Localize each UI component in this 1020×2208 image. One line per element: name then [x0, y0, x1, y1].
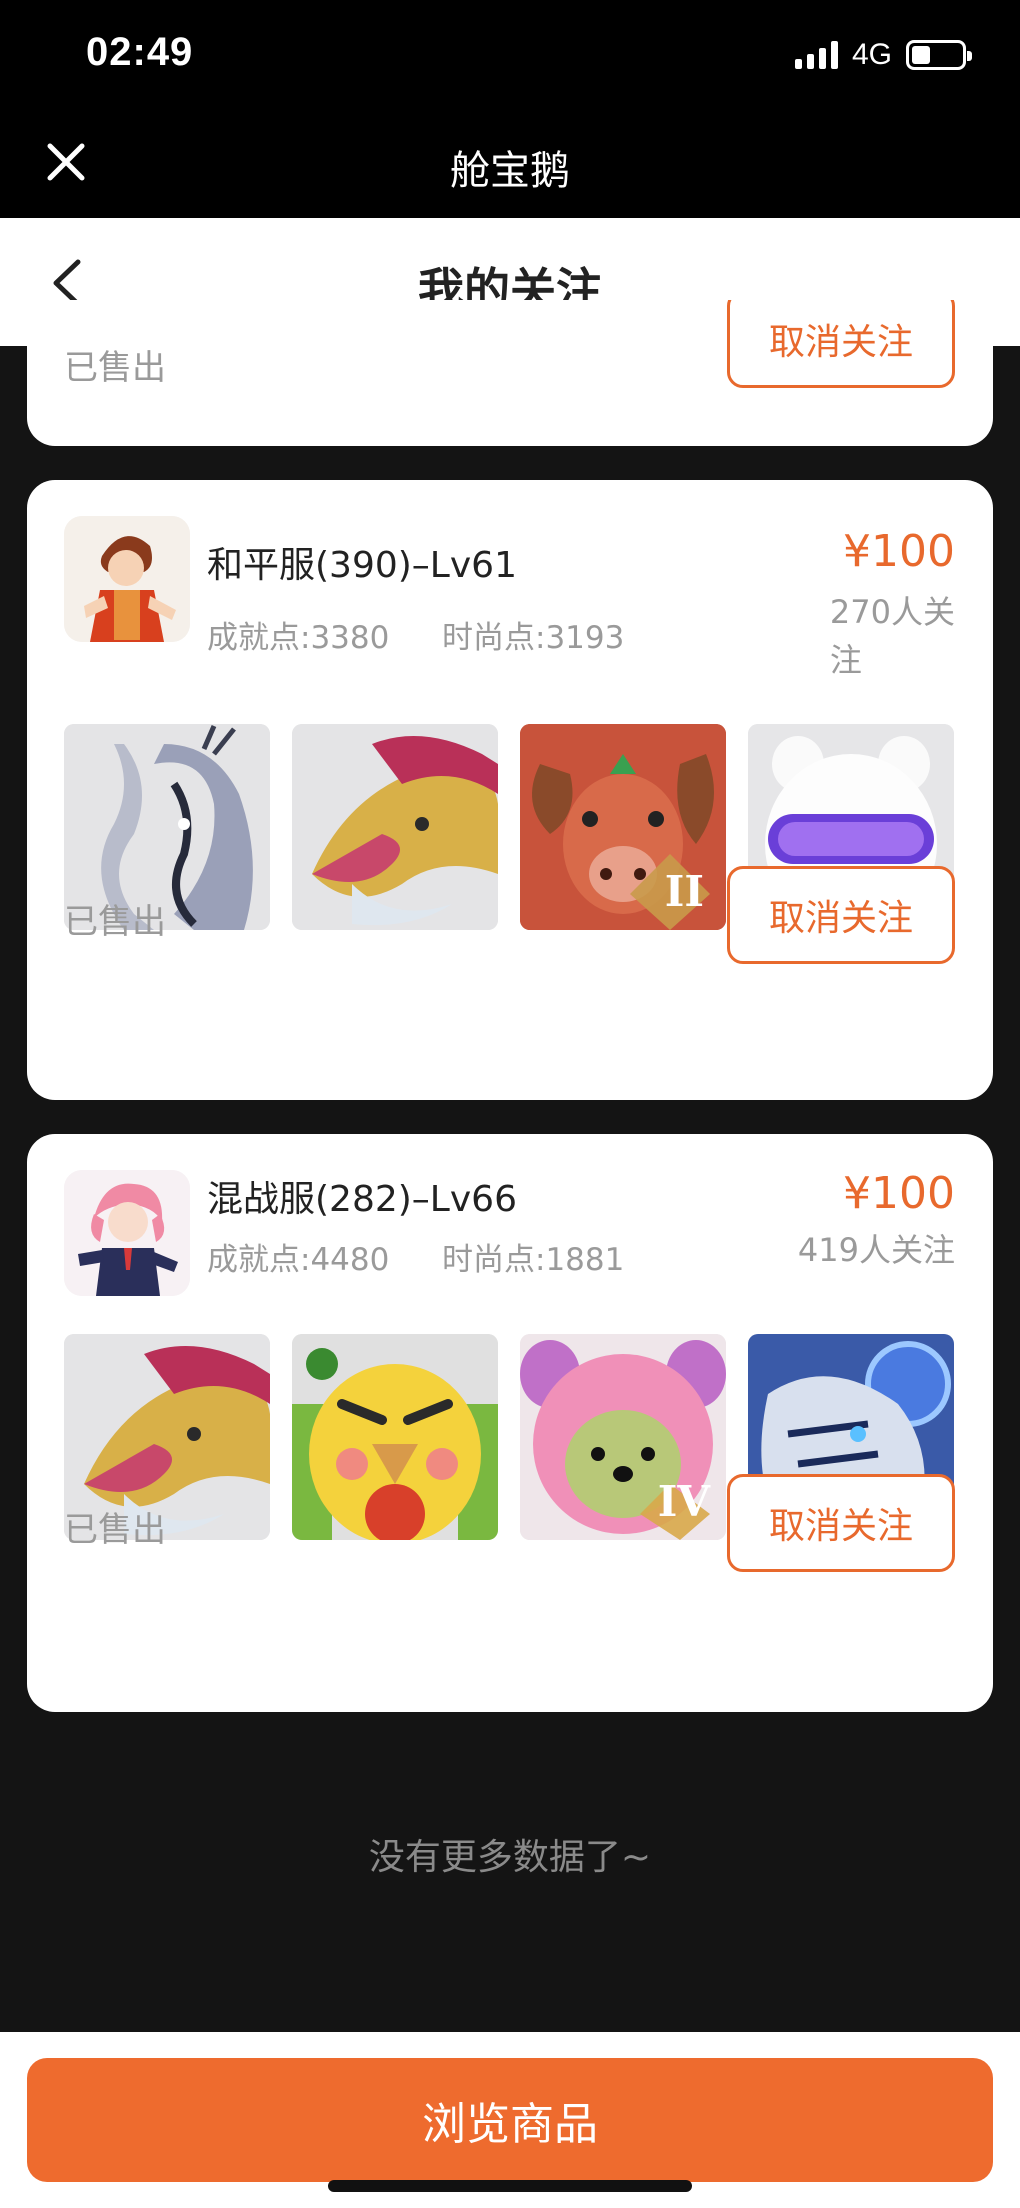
- status-indicators: 4G: [794, 38, 972, 72]
- battery-icon: [906, 40, 972, 70]
- watch-item-card[interactable]: 混战服(282)–Lv66 成就点:4480 时尚点:1881 ¥100 419…: [27, 1134, 993, 1712]
- fashion-points: 时尚点:3193: [442, 620, 625, 656]
- cellular-signal-icon: [794, 41, 838, 69]
- character-avatar: [64, 516, 190, 642]
- watch-item-card[interactable]: 和平服(390)–Lv61 成就点:3380 时尚点:3193 ¥100 270…: [27, 480, 993, 1100]
- status-text: 已售出: [64, 1510, 166, 1550]
- fashion-points: 时尚点:1881: [442, 1242, 625, 1278]
- browse-products-button[interactable]: 浏览商品: [27, 2058, 993, 2182]
- tier-badge: IV: [657, 1477, 710, 1526]
- item-thumbnail[interactable]: [292, 724, 498, 930]
- status-time: 02:49: [86, 30, 194, 74]
- item-thumbnail[interactable]: [292, 1334, 498, 1540]
- unfollow-button[interactable]: 取消关注: [727, 1474, 955, 1572]
- item-title: 混战服(282)–Lv66: [207, 1179, 517, 1220]
- achievement-points: 成就点:3380: [207, 620, 390, 656]
- status-text: 已售出: [64, 902, 166, 942]
- item-price: ¥100: [843, 526, 955, 577]
- tier-badge: II: [664, 867, 704, 916]
- home-indicator[interactable]: [328, 2180, 692, 2192]
- item-thumbnail[interactable]: IV: [520, 1334, 726, 1540]
- follower-count: 419人关注: [797, 1231, 955, 1269]
- unfollow-button[interactable]: 取消关注: [727, 300, 955, 388]
- network-type: 4G: [851, 38, 892, 71]
- status-bar: 02:49 4G: [0, 0, 1020, 110]
- item-title: 和平服(390)–Lv61: [207, 545, 517, 586]
- webview-title: 舱宝鹅: [450, 148, 570, 194]
- item-thumbnail[interactable]: II: [520, 724, 726, 930]
- webview-bar: 舱宝鹅: [0, 110, 1020, 218]
- item-price: ¥100: [843, 1168, 955, 1219]
- no-more-data-text: 没有更多数据了~: [368, 1837, 652, 1878]
- follower-count: 270人关 注: [829, 593, 955, 679]
- character-avatar: [64, 1170, 190, 1296]
- achievement-points: 成就点:4480: [207, 1242, 390, 1278]
- unfollow-button[interactable]: 取消关注: [727, 866, 955, 964]
- watch-item-card: 已售出 取消关注: [27, 300, 993, 446]
- status-text: 已售出: [64, 348, 166, 388]
